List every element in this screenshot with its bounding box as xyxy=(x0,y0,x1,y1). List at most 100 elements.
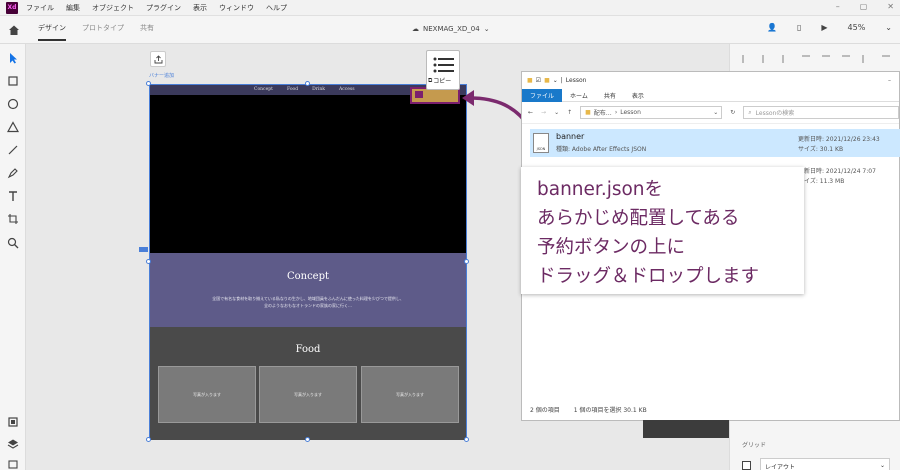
assets-icon[interactable] xyxy=(7,416,19,428)
selection-handle[interactable] xyxy=(305,81,310,86)
file-modified: 更新日時: 2021/12/26 23:43 xyxy=(798,136,880,143)
copy-label: コピー xyxy=(433,78,452,85)
artboard-label[interactable]: バナー追加 xyxy=(149,72,174,79)
nav-link-access: Access xyxy=(338,87,355,92)
address-segment[interactable]: Lesson xyxy=(620,109,641,116)
address-segment[interactable]: 配布… xyxy=(594,108,612,117)
status-item-count: 2 個の項目 xyxy=(530,407,560,414)
explorer-ribbon: ファイル ホーム 共有 表示 xyxy=(522,88,899,102)
zoom-level[interactable]: 45% xyxy=(848,23,866,32)
menu-view[interactable]: 表示 xyxy=(193,3,207,13)
photo-placeholder-1: 写真が入ります xyxy=(158,366,256,423)
toolbar: デザイン プロトタイプ 共有 ☁ NEXMAG_XD_04 ⌄ 👤 ▯ ▶ 45… xyxy=(0,16,900,44)
maximize-icon[interactable]: ▢ xyxy=(860,2,868,11)
grid-section-label: グリッド xyxy=(742,442,767,449)
folder-icon: ■ xyxy=(527,77,533,84)
artboard-anchor-marker xyxy=(139,247,148,252)
window-controls: – ▢ ✕ xyxy=(836,2,894,11)
user-icon[interactable]: 👤 xyxy=(767,23,777,32)
mode-tabs: デザイン プロトタイプ 共有 xyxy=(38,23,154,41)
zoom-tool-icon[interactable] xyxy=(7,237,19,249)
photo-placeholder-label: 写真が入ります xyxy=(396,391,424,397)
selection-handle[interactable] xyxy=(146,259,151,264)
selection-handle[interactable] xyxy=(146,81,151,86)
quick-access-check-icon[interactable]: ☑ xyxy=(536,77,541,84)
zoom-chevron-icon[interactable]: ⌄ xyxy=(885,23,892,32)
nav-link-drink: Drink xyxy=(312,87,325,92)
polygon-tool-icon[interactable] xyxy=(7,121,19,133)
layers-icon[interactable] xyxy=(7,438,19,450)
chevron-down-icon[interactable]: ⌄ xyxy=(713,109,718,116)
layout-grid-checkbox[interactable] xyxy=(742,461,751,470)
menu-help[interactable]: ヘルプ xyxy=(266,3,287,13)
refresh-icon[interactable]: ↻ xyxy=(730,109,735,116)
selection-handle[interactable] xyxy=(305,437,310,442)
selection-handle[interactable] xyxy=(464,437,469,442)
close-icon[interactable]: ✕ xyxy=(887,2,894,11)
menu-plugins[interactable]: プラグイン xyxy=(146,3,181,13)
grid-type-select[interactable]: レイアウト ⌄ xyxy=(760,458,890,470)
file-size: サイズ: 30.1 KB xyxy=(798,146,844,153)
line-tool-icon[interactable] xyxy=(7,144,19,156)
selection-handle[interactable] xyxy=(146,437,151,442)
concept-title: Concept xyxy=(286,271,330,282)
pin-icon[interactable]: ⌄ xyxy=(553,77,558,84)
file-row-banner[interactable]: JSON banner 種類: Adobe After Effects JSON… xyxy=(530,129,900,157)
chevron-down-icon: ⌄ xyxy=(483,25,490,33)
concept-text: 全国で有名な食材を取り揃えている私なりの生かし、地域団員をふんだんに使った料理を… xyxy=(150,295,466,309)
menu-window[interactable]: ウィンドウ xyxy=(219,3,254,13)
photo-placeholder-label: 写真が入ります xyxy=(294,391,322,397)
forward-arrow-icon[interactable]: → xyxy=(541,109,546,116)
tab-prototype[interactable]: プロトタイプ xyxy=(82,23,124,41)
menu-edit[interactable]: 編集 xyxy=(66,3,80,13)
share-button[interactable] xyxy=(150,51,166,67)
tab-share[interactable]: 共有 xyxy=(140,23,154,41)
rectangle-tool-icon[interactable] xyxy=(7,75,19,87)
search-icon: ⌕ xyxy=(748,108,752,116)
back-arrow-icon[interactable]: ← xyxy=(528,109,533,116)
ribbon-tab-view[interactable]: 表示 xyxy=(624,89,652,102)
tool-rail xyxy=(0,44,26,470)
select-tool-icon[interactable] xyxy=(7,52,19,64)
text-tool-icon[interactable] xyxy=(7,190,19,202)
cloud-icon: ☁ xyxy=(412,25,419,33)
ellipse-tool-icon[interactable] xyxy=(7,98,19,110)
menu-object[interactable]: オブジェクト xyxy=(92,3,134,13)
address-separator: › xyxy=(614,109,618,116)
ribbon-tab-share[interactable]: 共有 xyxy=(596,89,624,102)
menu-file[interactable]: ファイル xyxy=(26,3,54,13)
play-icon[interactable]: ▶ xyxy=(821,23,827,32)
concept-section: Concept 全国で有名な食材を取り揃えている私なりの生かし、地域団員をふんだ… xyxy=(150,253,466,327)
search-input[interactable]: ⌕ Lessonの検索 xyxy=(743,106,899,119)
file-size: サイズ: 11.3 MB xyxy=(798,178,845,185)
grid-type-value: レイアウト xyxy=(765,464,796,470)
selection-handle[interactable] xyxy=(464,259,469,264)
minimize-icon[interactable]: – xyxy=(888,77,891,84)
toolbar-right: 👤 ▯ ▶ 45% ⌄ xyxy=(767,23,892,32)
address-input[interactable]: ■ 配布… › Lesson ⌄ xyxy=(580,106,723,119)
home-icon[interactable] xyxy=(8,24,20,36)
folder-icon: ■ xyxy=(585,109,591,116)
pen-tool-icon[interactable] xyxy=(7,167,19,179)
tab-design[interactable]: デザイン xyxy=(38,23,66,41)
concept-text-line-2: 全のようなおもなオトランドの家族の家に行く… xyxy=(264,303,352,308)
ribbon-tab-home[interactable]: ホーム xyxy=(562,89,596,102)
device-preview-icon[interactable]: ▯ xyxy=(797,23,801,32)
plugins-icon[interactable] xyxy=(7,458,19,470)
hero-banner-area[interactable] xyxy=(150,95,466,253)
document-title[interactable]: ☁ NEXMAG_XD_04 ⌄ xyxy=(412,25,490,33)
up-arrow-icon[interactable]: ↑ xyxy=(567,109,572,116)
food-title: Food xyxy=(295,344,321,355)
json-file-icon xyxy=(433,57,454,73)
callout-line-2: あらかじめ配置してある xyxy=(537,208,740,229)
file-type: 種類: Adobe After Effects JSON xyxy=(556,146,647,153)
artboard-tool-icon[interactable] xyxy=(7,213,19,225)
xd-logo-icon: Xd xyxy=(6,1,18,14)
document-name: NEXMAG_XD_04 xyxy=(423,25,480,33)
ribbon-tab-file[interactable]: ファイル xyxy=(522,88,563,102)
minimize-icon[interactable]: – xyxy=(836,2,840,11)
artboard[interactable]: Concept Food Drink Access Concept 全国で有名な… xyxy=(149,84,467,440)
background-window-fragment xyxy=(643,420,729,438)
align-tools-icon[interactable] xyxy=(738,52,898,66)
recent-chevron-icon[interactable]: ⌄ xyxy=(554,109,559,116)
